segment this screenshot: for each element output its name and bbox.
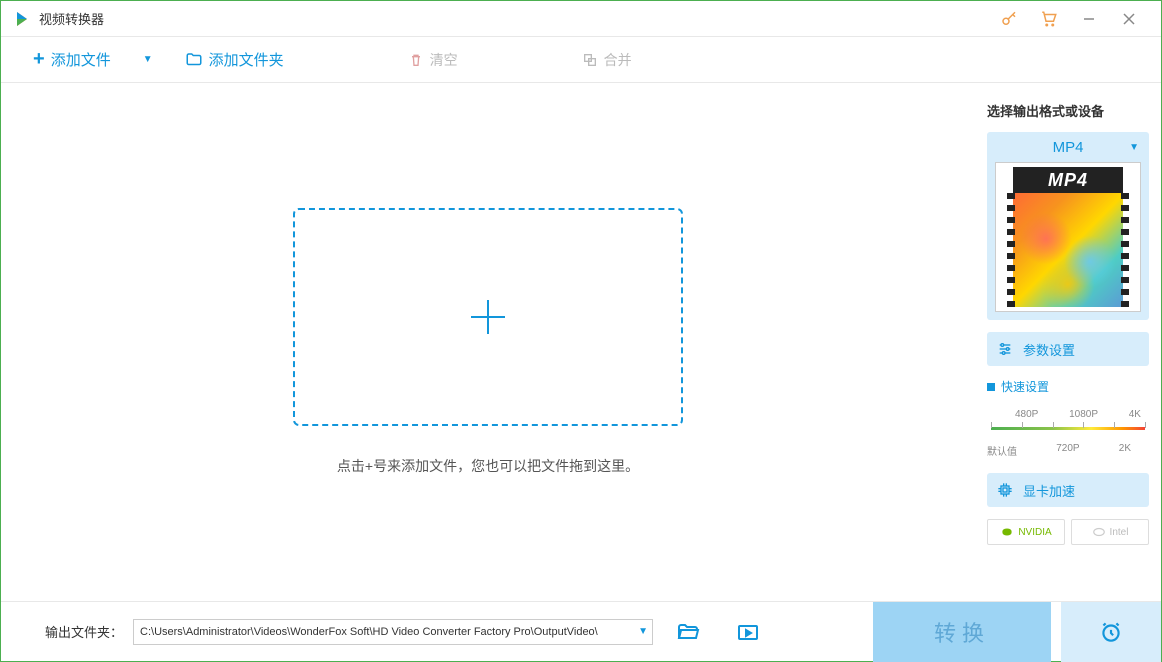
clock-icon <box>1098 619 1124 645</box>
nvidia-label: NVIDIA <box>1018 527 1051 538</box>
sidebar-title: 选择输出格式或设备 <box>987 101 1149 120</box>
toolbar: + 添加文件 ▼ 添加文件夹 清空 合并 <box>1 37 1161 83</box>
intel-label: Intel <box>1110 527 1129 538</box>
square-icon <box>987 383 995 391</box>
add-file-label: 添加文件 <box>51 49 111 70</box>
preset-720p: 720P <box>1056 443 1079 458</box>
merge-button[interactable]: 合并 <box>582 50 632 70</box>
app-title: 视频转换器 <box>39 9 104 28</box>
sidebar: 选择输出格式或设备 MP4 ▼ MP4 参数设置 快速设置 <box>975 83 1161 601</box>
format-selector[interactable]: MP4 ▼ MP4 <box>987 132 1149 320</box>
chevron-down-icon: ▼ <box>638 626 648 637</box>
preset-1080p: 1080P <box>1069 409 1098 420</box>
content-area: 点击+号来添加文件，您也可以把文件拖到这里。 <box>1 83 975 601</box>
add-folder-label: 添加文件夹 <box>209 49 284 70</box>
gpu-accel-button[interactable]: 显卡加速 <box>987 473 1149 507</box>
titlebar: 视频转换器 <box>1 1 1161 37</box>
gpu-vendors: NVIDIA Intel <box>987 519 1149 545</box>
sliders-icon <box>997 341 1013 357</box>
add-file-dropdown[interactable]: ▼ <box>143 54 153 65</box>
preset-default: 默认值 <box>987 443 1017 458</box>
gpu-label: 显卡加速 <box>1023 481 1075 500</box>
quick-settings-label: 快速设置 <box>987 378 1149 395</box>
preset-480p: 480P <box>1015 409 1038 420</box>
output-path-field[interactable]: C:\Users\Administrator\Videos\WonderFox … <box>133 619 653 645</box>
thumb-label: MP4 <box>1013 170 1123 191</box>
open-folder-button[interactable] <box>663 614 713 650</box>
plus-big-icon <box>463 292 513 342</box>
video-folder-button[interactable] <box>723 614 773 650</box>
preset-4k: 4K <box>1129 409 1141 420</box>
key-icon[interactable] <box>989 1 1029 37</box>
intel-icon <box>1092 525 1106 539</box>
convert-label: 转换 <box>934 616 990 648</box>
output-label: 输出文件夹： <box>45 622 123 641</box>
format-head: MP4 ▼ <box>987 132 1149 162</box>
params-label: 参数设置 <box>1023 340 1075 359</box>
clear-label: 清空 <box>430 50 458 70</box>
cart-icon[interactable] <box>1029 1 1069 37</box>
video-folder-icon <box>736 620 760 644</box>
nvidia-icon <box>1000 525 1014 539</box>
format-label: MP4 <box>1053 139 1084 156</box>
convert-button[interactable]: 转换 <box>873 602 1051 662</box>
chip-icon <box>997 482 1013 498</box>
resolution-slider[interactable]: 480P 1080P 4K 默认值 720P 2K <box>987 409 1149 461</box>
format-thumb: MP4 <box>995 162 1141 312</box>
dropzone[interactable] <box>293 208 683 426</box>
dropzone-hint: 点击+号来添加文件，您也可以把文件拖到这里。 <box>337 456 639 476</box>
app-logo-icon <box>13 10 31 28</box>
folder-open-icon <box>676 620 700 644</box>
close-icon[interactable] <box>1109 1 1149 37</box>
clear-button[interactable]: 清空 <box>408 50 458 70</box>
params-button[interactable]: 参数设置 <box>987 332 1149 366</box>
chevron-down-icon: ▼ <box>1129 142 1139 153</box>
add-file-button[interactable]: + 添加文件 <box>33 48 111 71</box>
output-path-text: C:\Users\Administrator\Videos\WonderFox … <box>140 626 598 638</box>
quick-label-text: 快速设置 <box>1001 378 1049 395</box>
merge-label: 合并 <box>604 50 632 70</box>
add-folder-button[interactable]: 添加文件夹 <box>185 49 284 70</box>
bottombar: 输出文件夹： C:\Users\Administrator\Videos\Won… <box>1 601 1161 661</box>
minimize-icon[interactable] <box>1069 1 1109 37</box>
schedule-button[interactable] <box>1061 602 1161 662</box>
nvidia-badge[interactable]: NVIDIA <box>987 519 1065 545</box>
plus-icon: + <box>33 48 45 71</box>
preset-2k: 2K <box>1119 443 1131 458</box>
main: 点击+号来添加文件，您也可以把文件拖到这里。 选择输出格式或设备 MP4 ▼ M… <box>1 83 1161 601</box>
intel-badge[interactable]: Intel <box>1071 519 1149 545</box>
